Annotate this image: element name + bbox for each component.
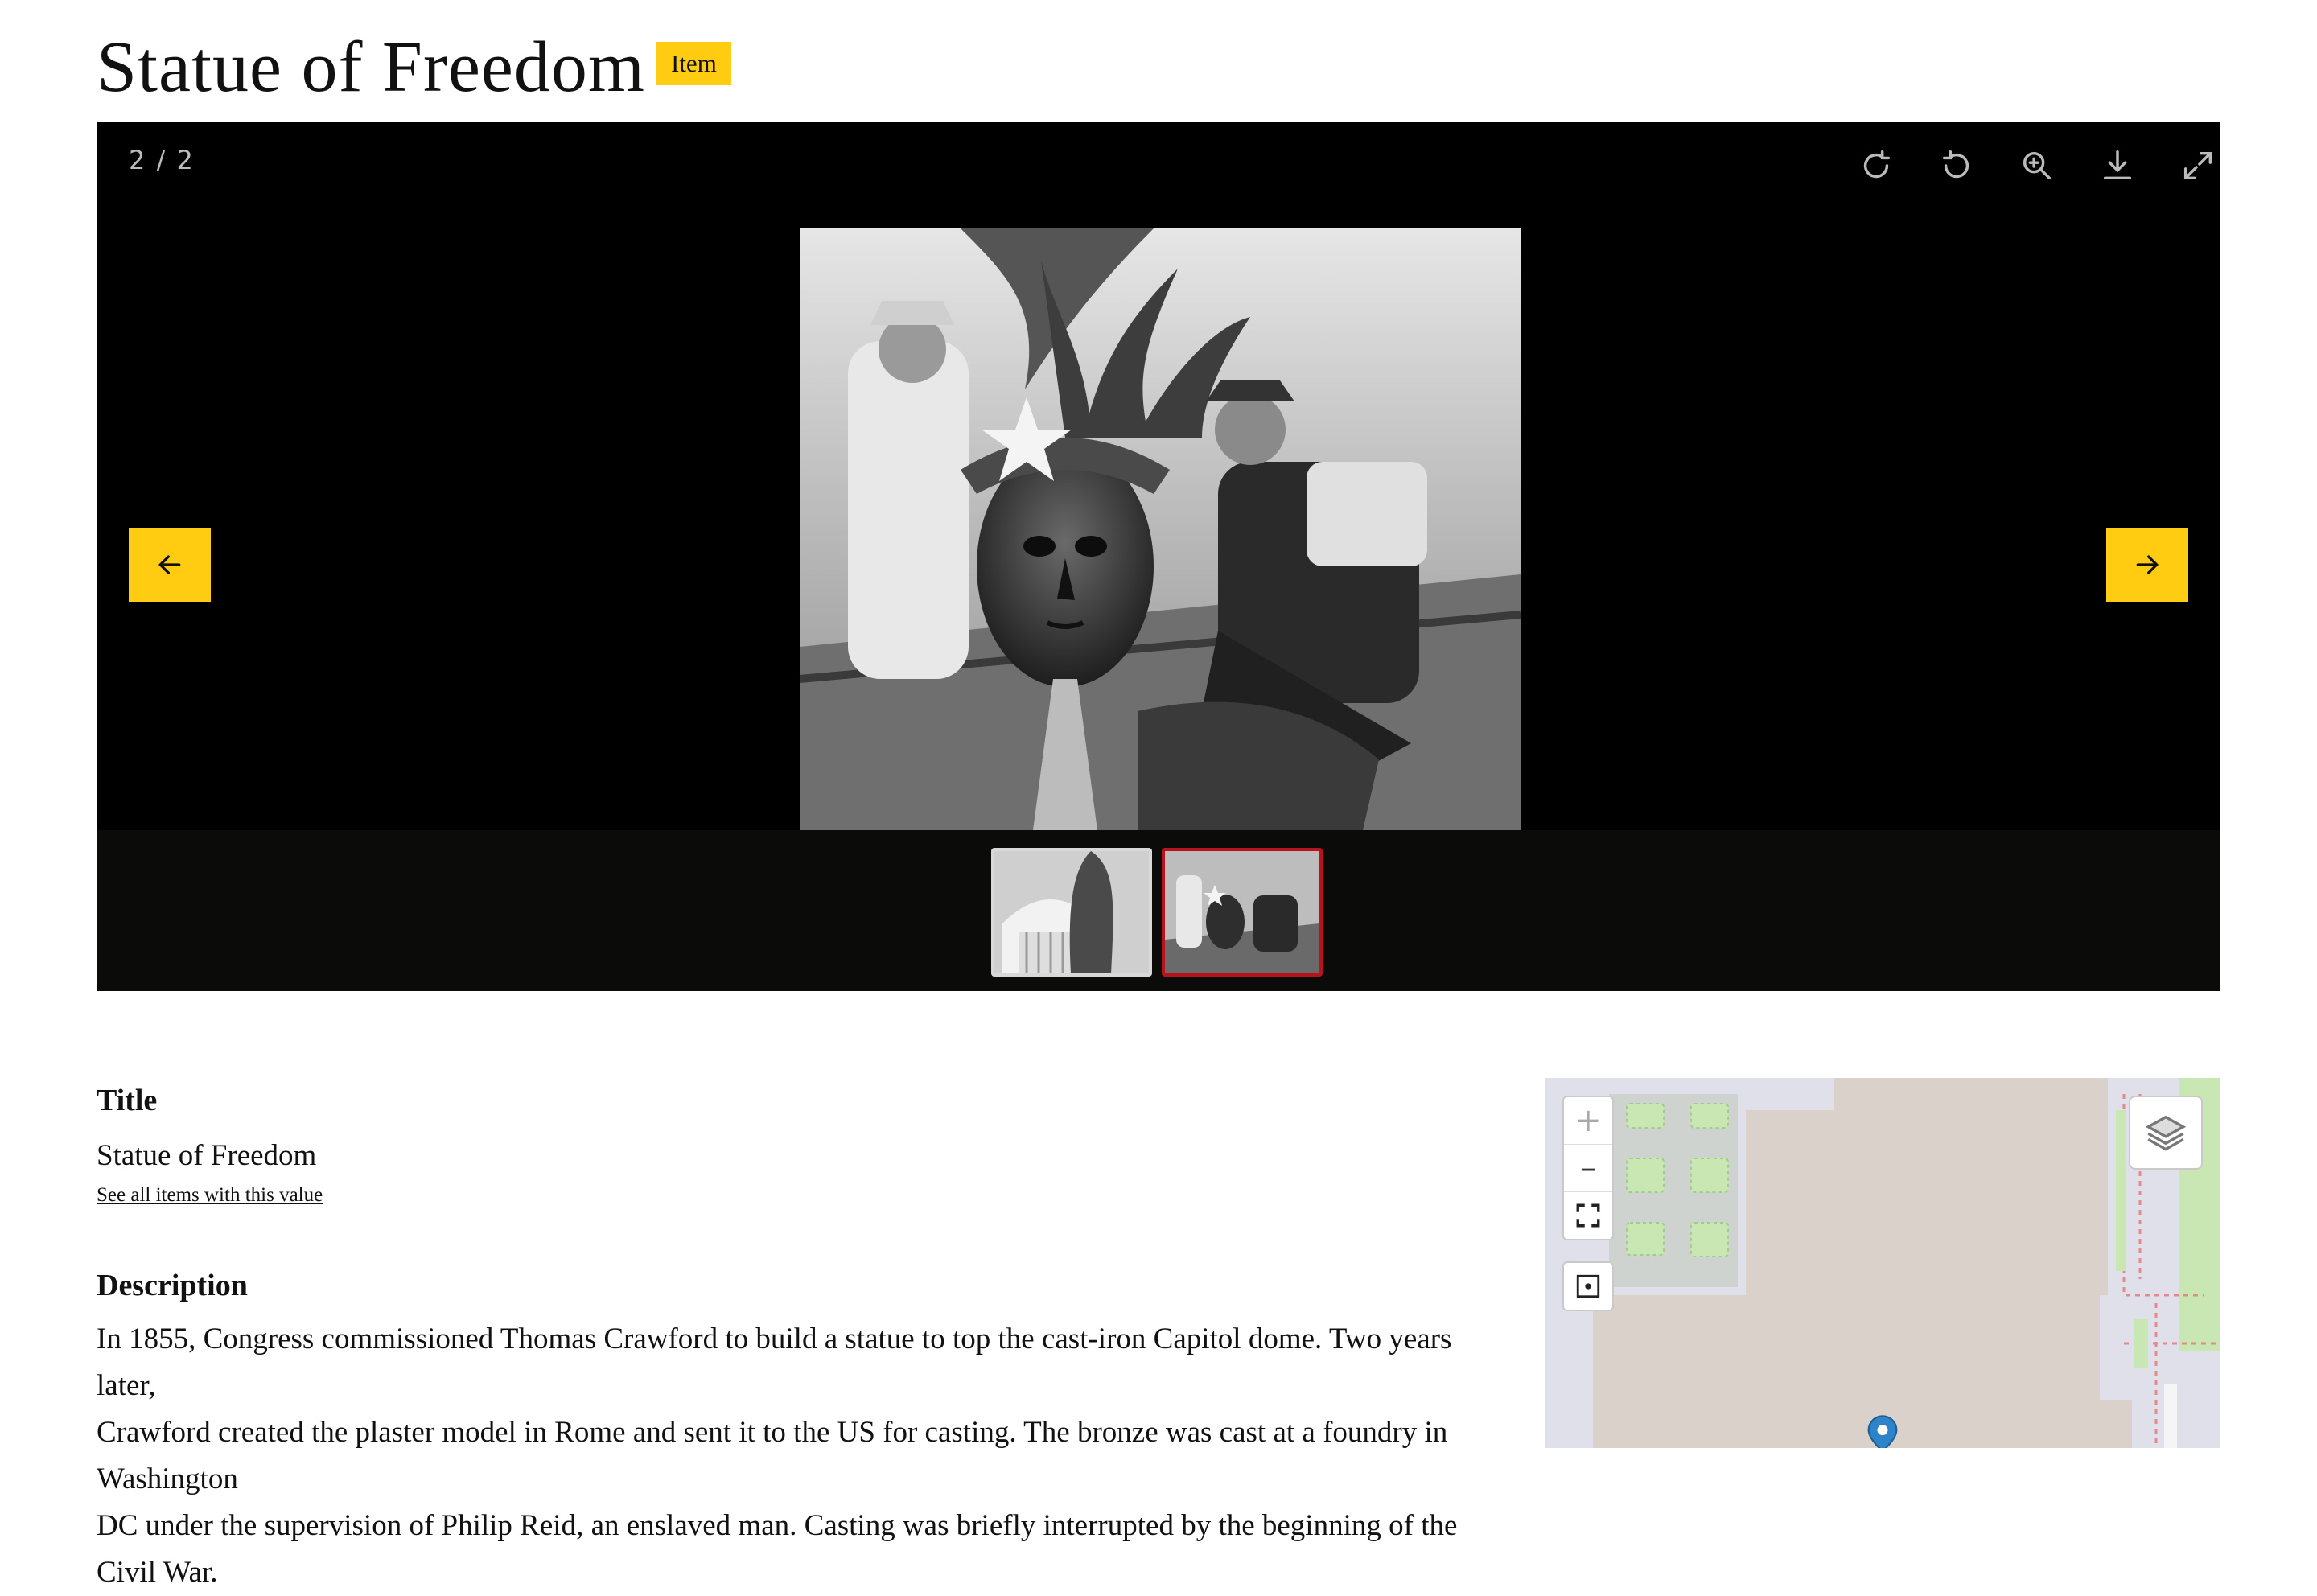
item-type-badge: Item [656,42,731,85]
main-photo [800,228,1521,830]
thumbnail-strip [97,830,2220,991]
location-map[interactable]: + – [1545,1078,2220,1448]
zoom-controls: + – [1562,1096,1614,1240]
description-field-value: In 1855, Congress commissioned Thomas Cr… [97,1316,1512,1596]
thumbnail-statue-head-workers[interactable] [1162,848,1323,977]
next-image-button[interactable] [2106,528,2188,602]
description-line: DC under the supervision of Philip Reid,… [97,1509,1458,1589]
map-tiles [1545,1078,2220,1448]
location-marker-icon[interactable] [1862,1413,1903,1448]
zoom-out-button[interactable]: – [1564,1145,1612,1192]
zoom-in-button[interactable]: + [1564,1097,1612,1145]
item-metadata: Title Statue of Freedom See all items wi… [97,1078,1512,1596]
description-line: In 1855, Congress commissioned Thomas Cr… [97,1322,1452,1402]
see-all-items-link[interactable]: See all items with this value [97,1184,323,1207]
title-field-label: Title [97,1084,158,1117]
rotate-right-icon[interactable] [1850,140,1902,191]
thumbnail-statue-on-dome[interactable] [991,848,1152,977]
zoom-in-icon[interactable] [2011,140,2063,191]
layers-icon[interactable] [2129,1096,2203,1170]
description-field-label: Description [97,1269,248,1302]
page-title: Statue of Freedom [97,27,645,107]
arrow-right-icon [2136,555,2159,574]
fullscreen-icon[interactable] [2172,140,2224,191]
previous-image-button[interactable] [129,528,211,602]
image-viewer: 2 / 2 [97,122,2220,991]
image-counter: 2 / 2 [129,145,195,175]
rotate-left-icon[interactable] [1931,140,1982,191]
arrow-left-icon [158,555,181,574]
locate-icon[interactable] [1564,1263,1612,1310]
fullscreen-map-icon[interactable] [1564,1192,1612,1239]
download-icon[interactable] [2092,140,2143,191]
locate-control [1562,1261,1614,1311]
title-field-value: Statue of Freedom [97,1139,317,1172]
description-line: Crawford created the plaster model in Ro… [97,1416,1448,1495]
